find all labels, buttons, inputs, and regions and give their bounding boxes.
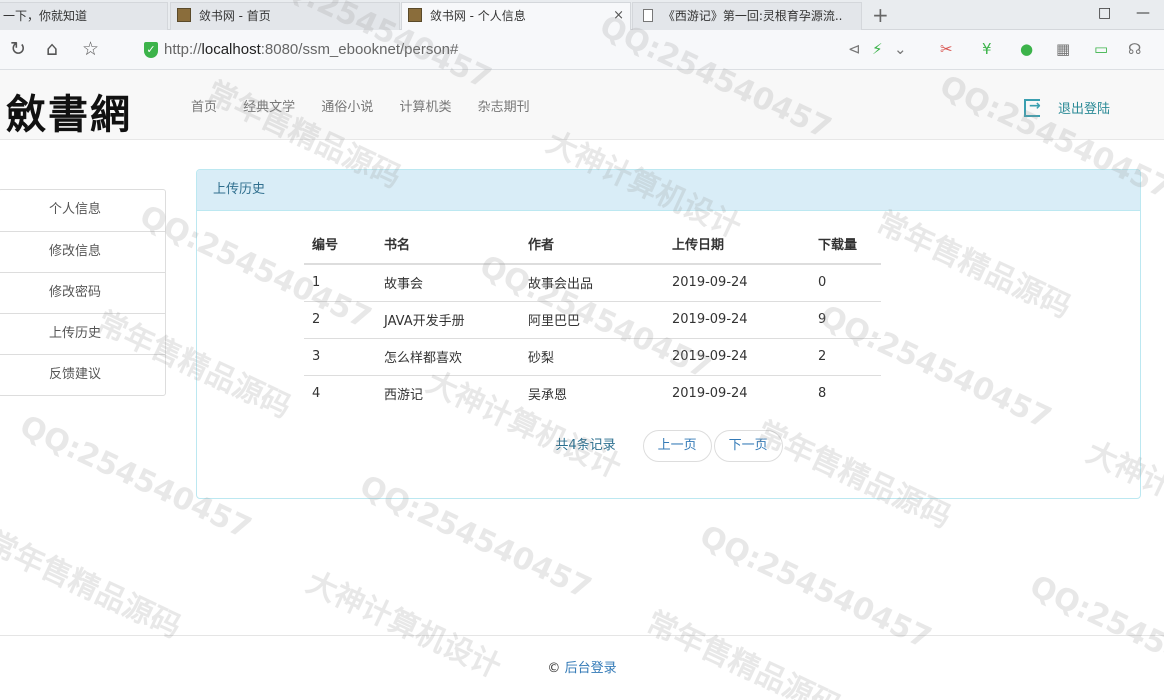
table-cell: 4 <box>304 374 376 412</box>
column-header: 编号 <box>304 223 376 265</box>
sidebar-item-profile[interactable]: 个人信息 <box>0 190 165 231</box>
security-shield-icon: ✓ <box>144 42 158 58</box>
table-cell: 吴承恩 <box>520 374 664 412</box>
reload-icon[interactable]: ↻ <box>10 39 26 59</box>
close-tab-icon[interactable]: × <box>613 3 624 29</box>
site-favicon-icon <box>177 8 191 22</box>
nav-magazines[interactable]: 杂志期刊 <box>478 96 530 115</box>
chevron-down-icon[interactable]: ⌄ <box>894 40 907 58</box>
skin-icon[interactable]: □ <box>1098 5 1111 21</box>
table-row: 2 JAVA开发手册 阿里巴巴 2019-09-24 9 <box>304 300 881 338</box>
record-count: 共4条记录 <box>555 438 616 453</box>
copyright-symbol: © <box>547 661 561 676</box>
table-cell: 3 <box>304 337 376 375</box>
document-icon <box>643 9 653 22</box>
table-cell: 2019-09-24 <box>664 374 810 412</box>
sidebar-item-feedback[interactable]: 反馈建议 <box>0 354 165 395</box>
sidebar-item-edit-info[interactable]: 修改信息 <box>0 231 165 272</box>
tab-title: 敛书网 - 个人信息 <box>429 9 526 23</box>
table-cell: 0 <box>810 263 881 301</box>
site-header: 斂書網 首页 经典文学 通俗小说 计算机类 杂志期刊 退出登陆 <box>0 70 1164 140</box>
table-cell: 西游记 <box>376 374 520 412</box>
table-cell: 故事会 <box>376 263 520 301</box>
tab-title: 一下，你就知道 <box>3 9 88 23</box>
table-cell: 阿里巴巴 <box>520 300 664 338</box>
table-cell: 2019-09-24 <box>664 263 810 301</box>
column-header: 上传日期 <box>664 223 810 265</box>
browser-tab-active[interactable]: 敛书网 - 个人信息 × <box>401 2 631 30</box>
battery-icon[interactable]: ▭ <box>1094 40 1108 58</box>
wallet-icon[interactable]: ¥ <box>982 40 992 58</box>
table-row: 3 怎么样都喜欢 砂梨 2019-09-24 2 <box>304 337 881 375</box>
site-logo[interactable]: 斂書網 <box>6 82 132 140</box>
table-cell: 2019-09-24 <box>664 337 810 375</box>
footer-divider <box>0 635 1164 636</box>
logout-icon <box>1024 98 1041 117</box>
minimize-icon[interactable]: — <box>1136 5 1150 21</box>
logout-label: 退出登陆 <box>1058 102 1111 117</box>
column-header: 下载量 <box>810 223 881 265</box>
url-field[interactable]: http://localhost:8080/ssm_ebooknet/perso… <box>164 41 458 58</box>
nav-computer[interactable]: 计算机类 <box>399 96 451 115</box>
site-footer: © 后台登录 <box>0 657 1164 676</box>
next-page-button[interactable]: 下一页 <box>713 430 783 462</box>
site-favicon-icon <box>408 8 422 22</box>
apps-grid-icon[interactable]: ▦ <box>1056 40 1070 58</box>
main-nav: 首页 经典文学 通俗小说 计算机类 杂志期刊 <box>176 96 537 115</box>
table-cell: 2019-09-24 <box>664 300 810 338</box>
table-cell: 2 <box>810 337 881 375</box>
lightning-icon[interactable]: ⚡ <box>872 40 883 58</box>
headphones-icon[interactable]: ☊ <box>1128 40 1141 58</box>
table-cell: 9 <box>810 300 881 338</box>
home-icon[interactable]: ⌂ <box>46 39 58 59</box>
prev-page-button[interactable]: 上一页 <box>642 430 712 462</box>
browser-address-bar: ↻ ⌂ ☆ ✓ http://localhost:8080/ssm_ebookn… <box>0 30 1164 70</box>
pagination: 共4条记录 上一页 下一页 <box>197 430 1142 463</box>
table-cell: JAVA开发手册 <box>376 300 520 338</box>
table-row: 1 故事会 故事会出品 2019-09-24 0 <box>304 263 881 301</box>
table-cell: 8 <box>810 374 881 412</box>
account-sidebar: 个人信息 修改信息 修改密码 上传历史 反馈建议 <box>0 189 166 396</box>
nav-home[interactable]: 首页 <box>191 96 217 115</box>
share-icon[interactable]: ⊲ <box>848 40 861 58</box>
table-cell: 故事会出品 <box>520 263 664 301</box>
new-tab-icon[interactable]: + <box>872 3 889 27</box>
table-row: 4 西游记 吴承恩 2019-09-24 8 <box>304 374 881 412</box>
browser-tab-bar: 一下，你就知道 敛书网 - 首页 敛书网 - 个人信息 × 《西游记》第一回:灵… <box>0 0 1164 30</box>
browser-tab[interactable]: 一下，你就知道 <box>0 2 168 30</box>
table-cell: 2 <box>304 300 376 338</box>
table-cell: 怎么样都喜欢 <box>376 337 520 375</box>
column-header: 书名 <box>376 223 520 265</box>
table-cell: 1 <box>304 263 376 301</box>
sidebar-item-upload-history[interactable]: 上传历史 <box>0 313 165 354</box>
nav-popular-novels[interactable]: 通俗小说 <box>321 96 373 115</box>
scissors-icon[interactable]: ✂ <box>940 40 953 58</box>
browser-tab[interactable]: 《西游记》第一回:灵根育孕源流.. <box>632 2 862 30</box>
browser-tab[interactable]: 敛书网 - 首页 <box>170 2 400 30</box>
panel-title: 上传历史 <box>197 170 1140 211</box>
chat-icon[interactable]: ● <box>1020 40 1033 58</box>
table-cell: 砂梨 <box>520 337 664 375</box>
column-header: 作者 <box>520 223 664 265</box>
nav-classic-literature[interactable]: 经典文学 <box>243 96 295 115</box>
watermark-text: 常年售精品源码 <box>0 524 187 646</box>
tab-title: 《西游记》第一回:灵根育孕源流.. <box>662 9 843 23</box>
upload-history-panel: 上传历史 编号 书名 作者 上传日期 下载量 1 故事会 故事会出品 2019-… <box>196 169 1141 499</box>
admin-login-link[interactable]: 后台登录 <box>565 661 617 676</box>
bookmark-star-icon[interactable]: ☆ <box>82 39 99 59</box>
table-header-row: 编号 书名 作者 上传日期 下载量 <box>304 223 881 265</box>
upload-history-table: 编号 书名 作者 上传日期 下载量 1 故事会 故事会出品 2019-09-24… <box>304 223 881 412</box>
sidebar-item-change-password[interactable]: 修改密码 <box>0 272 165 313</box>
watermark-text: 常年售精品源码 <box>640 604 847 700</box>
logout-button[interactable]: 退出登陆 <box>1024 98 1110 117</box>
tab-title: 敛书网 - 首页 <box>198 9 271 23</box>
